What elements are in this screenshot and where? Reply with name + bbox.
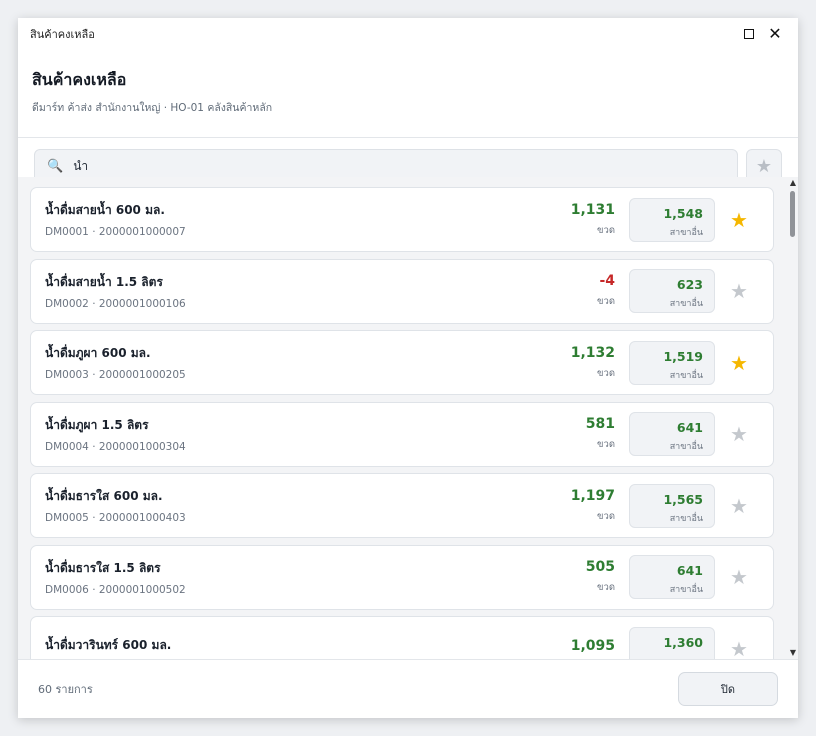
other-branch-number: 1,565 [663,491,703,507]
other-branch-label: สาขาอื่น [669,227,703,238]
stock-unit: ขวด [597,510,615,522]
item-codes: DM0001 · 2000001000007 [45,226,186,238]
window-title: สินค้าคงเหลือ [30,28,95,41]
other-branch-stock[interactable]: 641 สาขาอื่น [629,555,715,599]
stock-quantity: 1,095 [535,638,615,659]
other-branch-stock[interactable]: 1,565 สาขาอื่น [629,483,715,528]
stock-unit: ขวด [597,439,615,450]
stock-unit: ขวด [597,582,615,593]
stock-number: 1,197 [570,487,615,504]
dialog-footer: 60 รายการ ปิด [18,659,798,718]
product-list-area[interactable]: น้ำดื่มสายน้ำ 600 มล. DM0001 · 200000100… [18,177,798,659]
other-branch-number: 1,360 [663,634,703,650]
scroll-up-icon[interactable]: ▲ [790,179,796,187]
favorite-star-icon[interactable]: ★ [719,208,759,232]
other-branch-number: 1,548 [663,205,703,221]
item-info: น้ำดื่มวารินทร์ 600 มล. [45,636,535,659]
search-input[interactable] [73,159,725,174]
stock-unit: ขวด [597,296,615,307]
stock-quantity: 1,197 ขวด [535,488,615,524]
stock-quantity: 1,132 ขวด [535,345,615,381]
close-icon: ✕ [768,24,782,43]
search-icon: 🔍 [47,159,64,174]
item-info: น้ำดื่มสายน้ำ 1.5 ลิตร DM0002 · 20000010… [45,273,535,310]
favorite-star-icon[interactable]: ★ [719,494,759,518]
product-list: น้ำดื่มสายน้ำ 600 มล. DM0001 · 200000100… [30,187,774,659]
stock-number: 505 [585,559,615,575]
maximize-button[interactable] [738,23,760,45]
stock-number: 1,131 [570,201,615,218]
stock-number: 1,132 [570,344,615,361]
item-codes: DM0006 · 2000001000502 [45,583,186,596]
list-item[interactable]: น้ำดื่มธารใส 1.5 ลิตร DM0006 · 200000100… [30,544,774,610]
other-branch-label: สาขาอื่น [669,585,703,595]
list-item[interactable]: น้ำดื่มสายน้ำ 1.5 ลิตร DM0002 · 20000010… [30,258,774,324]
other-branch-label: สาขาอื่น [669,513,703,524]
other-branch-stock[interactable]: 1,360 [629,626,715,659]
other-branch-label: สาขาอื่น [669,442,703,452]
item-name: น้ำดื่มสายน้ำ 600 มล. [45,203,165,217]
item-info: น้ำดื่มภูผา 1.5 ลิตร DM0004 · 2000001000… [45,416,535,453]
dialog-header: สินค้าคงเหลือ ดีมาร์ท ค้าส่ง สำนักงานใหญ… [18,50,798,138]
stock-number: -4 [599,273,615,289]
other-branch-number: 641 [676,420,703,435]
item-name: น้ำดื่มธารใส 600 มล. [45,489,163,503]
item-name: น้ำดื่มภูผา 1.5 ลิตร [45,417,149,432]
star-icon: ★ [755,156,773,177]
close-button[interactable]: ปิด [678,672,778,706]
other-branch-stock[interactable]: 641 สาขาอื่น [629,412,715,456]
other-branch-number: 641 [676,563,703,578]
other-branch-stock[interactable]: 623 สาขาอื่น [629,269,715,313]
list-item[interactable]: น้ำดื่มภูผา 600 มล. DM0003 · 20000010002… [30,330,774,395]
list-item[interactable]: น้ำดื่มภูผา 1.5 ลิตร DM0004 · 2000001000… [30,401,774,467]
item-info: น้ำดื่มภูผา 600 มล. DM0003 · 20000010002… [45,344,535,381]
other-branch-number: 1,519 [663,348,703,364]
stock-quantity: -4 ขวด [535,273,615,309]
item-info: น้ำดื่มสายน้ำ 600 มล. DM0001 · 200000100… [45,201,535,238]
page-title: สินค้าคงเหลือ [32,70,127,89]
stock-unit: ขวด [597,367,615,379]
item-codes: DM0003 · 2000001000205 [45,369,186,381]
maximize-icon [744,29,754,39]
other-branch-stock[interactable]: 1,548 สาขาอื่น [629,197,715,242]
list-item[interactable]: น้ำดื่มวารินทร์ 600 มล. 1,095 1,360 ★ [30,616,774,659]
favorite-star-icon[interactable]: ★ [719,279,759,303]
stock-number: 581 [585,416,615,432]
other-branch-label: สาขาอื่น [669,370,703,381]
scrollbar-thumb[interactable] [790,191,795,237]
item-info: น้ำดื่มธารใส 1.5 ลิตร DM0006 · 200000100… [45,559,535,596]
favorite-star-icon[interactable]: ★ [719,422,759,446]
stock-quantity: 505 ขวด [535,559,615,595]
title-bar: สินค้าคงเหลือ ✕ [18,18,798,50]
inventory-window: สินค้าคงเหลือ ✕ สินค้าคงเหลือ ดีมาร์ท ค้… [18,18,798,718]
item-count: 60 รายการ [38,683,93,696]
location-subtitle: ดีมาร์ท ค้าส่ง สำนักงานใหญ่ · HO-01 คลัง… [32,102,273,114]
item-codes: DM0005 · 2000001000403 [45,512,186,524]
list-item[interactable]: น้ำดื่มสายน้ำ 600 มล. DM0001 · 200000100… [30,187,774,252]
stock-unit: ขวด [597,224,615,236]
scroll-down-icon[interactable]: ▼ [790,649,796,657]
item-name: น้ำดื่มภูผา 600 มล. [45,346,151,360]
item-codes: DM0002 · 2000001000106 [45,297,186,310]
favorite-star-icon[interactable]: ★ [719,351,759,375]
item-codes: DM0004 · 2000001000304 [45,440,186,453]
item-info: น้ำดื่มธารใส 600 มล. DM0005 · 2000001000… [45,487,535,524]
stock-number: 1,095 [570,638,615,654]
item-name: น้ำดื่มธารใส 1.5 ลิตร [45,560,161,575]
stock-quantity: 1,131 ขวด [535,202,615,238]
favorite-star-icon[interactable]: ★ [719,637,759,660]
item-name: น้ำดื่มวารินทร์ 600 มล. [45,638,172,652]
favorite-star-icon[interactable]: ★ [719,565,759,589]
list-item[interactable]: น้ำดื่มธารใส 600 มล. DM0005 · 2000001000… [30,473,774,538]
other-branch-label: สาขาอื่น [669,299,703,309]
other-branch-stock[interactable]: 1,519 สาขาอื่น [629,340,715,385]
other-branch-number: 623 [676,277,703,292]
stock-quantity: 581 ขวด [535,416,615,452]
scrollbar[interactable]: ▲ ▼ [786,177,798,659]
item-name: น้ำดื่มสายน้ำ 1.5 ลิตร [45,274,163,289]
close-window-button[interactable]: ✕ [764,23,786,45]
